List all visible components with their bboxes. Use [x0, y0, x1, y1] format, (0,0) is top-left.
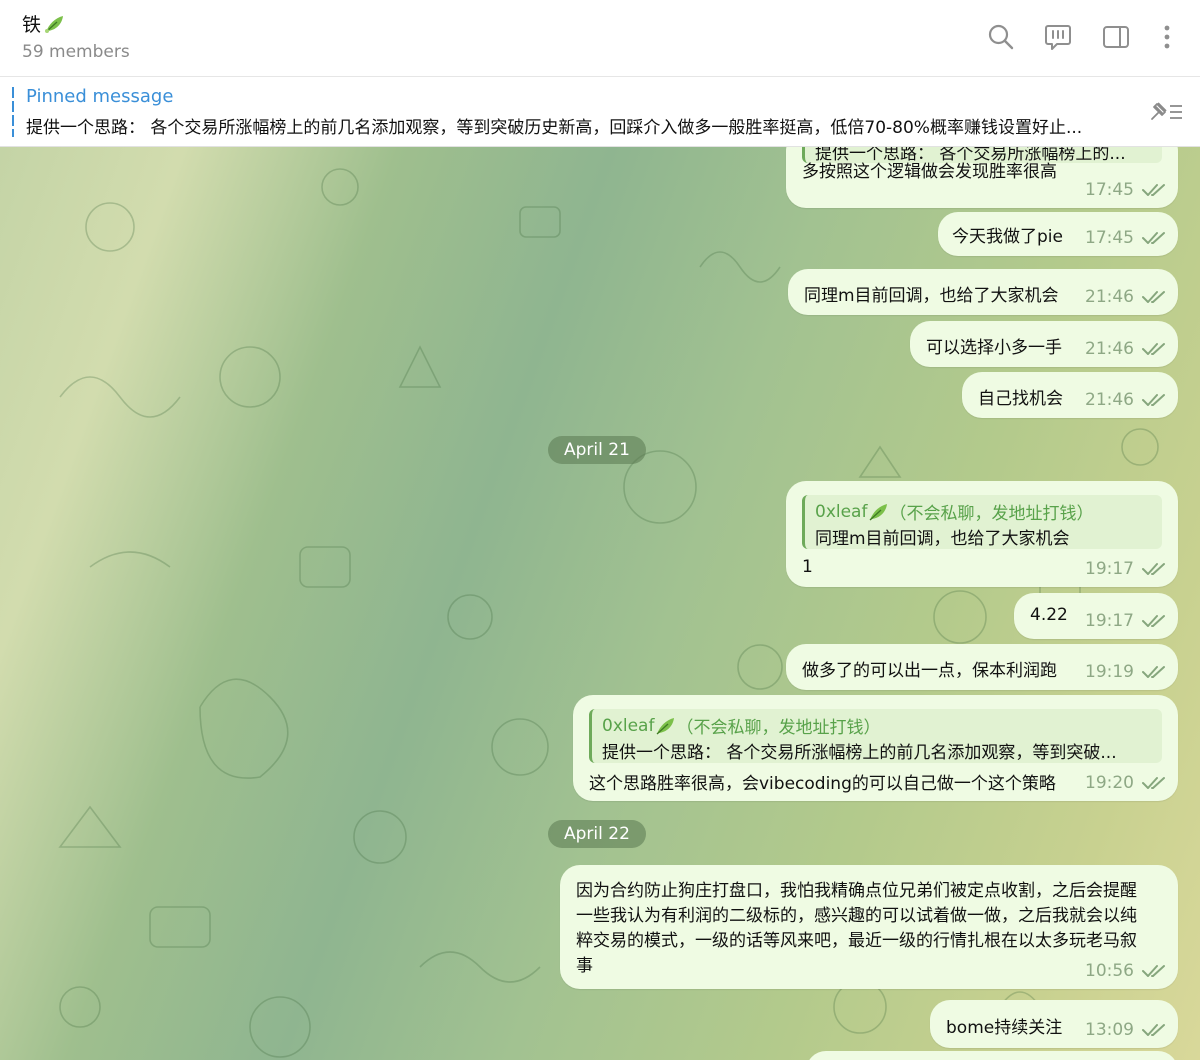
- message-time: 17:45: [1085, 228, 1134, 248]
- message-time: 21:46: [1085, 339, 1134, 359]
- message-meta: 21:46: [1085, 339, 1168, 359]
- message-bubble[interactable]: 自己找机会 21:46: [962, 372, 1178, 418]
- message-time: 19:17: [1085, 611, 1134, 631]
- message-meta: 19:17: [1085, 559, 1168, 579]
- double-check-icon: [1142, 562, 1168, 576]
- reply-author-name: 0xleaf: [602, 715, 655, 736]
- message-bubble[interactable]: 0xleaf （不会私聊，发地址打钱） 同理m目前回调，也给了大家机会 1 19…: [786, 481, 1178, 587]
- reply-author-suffix: （不会私聊，发地址打钱）: [676, 718, 881, 738]
- message-text: 今天我做了pie: [952, 227, 1063, 247]
- more-vertical-icon[interactable]: [1152, 22, 1182, 52]
- message-meta: 10:56: [1085, 961, 1168, 981]
- message-text: 做多了的可以出一点，保本利润跑: [802, 661, 1057, 681]
- message-text: 这个思路胜率很高，会vibecoding的可以自己做一个这个策略: [589, 774, 1056, 794]
- reply-quote[interactable]: 0xleaf （不会私聊，发地址打钱） 提供一个思路： 各个交易所涨幅榜上的前几…: [589, 709, 1162, 763]
- message-meta: 17:45: [1085, 180, 1168, 200]
- double-check-icon: [1142, 1023, 1168, 1037]
- reply-author-suffix: （不会私聊，发地址打钱）: [889, 504, 1094, 524]
- double-check-icon: [1142, 342, 1168, 356]
- pinned-label: Pinned message: [26, 86, 174, 107]
- double-check-icon: [1142, 964, 1168, 978]
- message-bubble[interactable]: 可以选择小多一手 21:46: [910, 321, 1178, 367]
- leaf-emoji-icon: [43, 14, 65, 34]
- reply-quote[interactable]: 0xleaf （不会私聊，发地址打钱） 同理m目前回调，也给了大家机会: [802, 495, 1162, 549]
- message-bubble[interactable]: 0xleaf （不会私聊，发地址打钱） 提供一个思路： 各个交易所涨幅榜上的前几…: [573, 695, 1178, 801]
- message-meta: 19:20: [1085, 773, 1168, 793]
- message-text: 同理m目前回调，也给了大家机会: [804, 286, 1059, 306]
- message-bubble[interactable]: 同理m目前回调，也给了大家机会 21:46: [788, 269, 1178, 315]
- topics-icon[interactable]: [1043, 22, 1073, 52]
- message-text: 多按照这个逻辑做会发现胜率很高: [802, 162, 1057, 182]
- reply-author: 0xleaf （不会私聊，发地址打钱）: [815, 499, 1152, 525]
- date-separator: April 21: [548, 436, 646, 464]
- double-check-icon: [1142, 665, 1168, 679]
- message-bubble[interactable]: [806, 1051, 1178, 1060]
- message-line: 因为合约防止狗庄打盘口，我怕我精确点位兄弟们被定点收割，之后会提醒: [576, 881, 1137, 901]
- double-check-icon: [1142, 290, 1168, 304]
- pinned-indicator: [12, 87, 14, 137]
- message-line: 粹交易的模式，一级的话等风来吧，最近一级的行情扎根在以太多玩老马叙: [576, 931, 1137, 951]
- chat-header: 铁 59 members: [0, 0, 1200, 77]
- message-time: 19:19: [1085, 662, 1134, 682]
- message-text: 自己找机会: [978, 389, 1063, 409]
- double-check-icon: [1142, 614, 1168, 628]
- message-meta: 21:46: [1085, 287, 1168, 307]
- message-time: 21:46: [1085, 390, 1134, 410]
- reply-author-name: 0xleaf: [815, 501, 868, 522]
- message-bubble[interactable]: 今天我做了pie 17:45: [938, 212, 1178, 256]
- sidebar-toggle-icon[interactable]: [1101, 22, 1131, 52]
- reply-text: 提供一个思路： 各个交易所涨幅榜上的前几名添加观察，等到突破...: [602, 743, 1117, 763]
- message-meta: 17:45: [1085, 228, 1168, 248]
- date-separator: April 22: [548, 820, 646, 848]
- chat-title[interactable]: 铁: [22, 10, 65, 37]
- message-time: 10:56: [1085, 961, 1134, 981]
- search-icon[interactable]: [986, 22, 1016, 52]
- message-time: 13:09: [1085, 1020, 1134, 1040]
- message-time: 17:45: [1085, 180, 1134, 200]
- message-time: 21:46: [1085, 287, 1134, 307]
- pinned-text: 提供一个思路： 各个交易所涨幅榜上的前几名添加观察，等到突破历史新高，回踩介入做…: [26, 118, 1083, 138]
- double-check-icon: [1142, 776, 1168, 790]
- reply-author: 0xleaf （不会私聊，发地址打钱）: [602, 713, 1152, 739]
- leaf-emoji-icon: [867, 502, 889, 522]
- double-check-icon: [1142, 231, 1168, 245]
- message-text: 因为合约防止狗庄打盘口，我怕我精确点位兄弟们被定点收割，之后会提醒 一些我认为有…: [576, 879, 1137, 979]
- leaf-emoji-icon: [654, 716, 676, 736]
- message-bubble[interactable]: 因为合约防止狗庄打盘口，我怕我精确点位兄弟们被定点收割，之后会提醒 一些我认为有…: [560, 865, 1178, 989]
- double-check-icon: [1142, 393, 1168, 407]
- double-check-icon: [1142, 183, 1168, 197]
- message-meta: 19:19: [1085, 662, 1168, 682]
- message-text: 1: [802, 557, 813, 577]
- message-text: 4.22: [1030, 605, 1068, 625]
- pin-list-icon[interactable]: [1146, 97, 1186, 127]
- message-bubble[interactable]: 做多了的可以出一点，保本利润跑 19:19: [786, 644, 1178, 690]
- message-text: 可以选择小多一手: [926, 338, 1062, 358]
- message-line: 事: [576, 956, 593, 976]
- message-meta: 19:17: [1085, 611, 1168, 631]
- reply-text: 同理m目前回调，也给了大家机会: [815, 529, 1070, 549]
- message-meta: 21:46: [1085, 390, 1168, 410]
- message-meta: 13:09: [1085, 1020, 1168, 1040]
- pinned-message-bar[interactable]: Pinned message 提供一个思路： 各个交易所涨幅榜上的前几名添加观察…: [0, 77, 1200, 147]
- message-bubble[interactable]: bome持续关注 13:09: [930, 1000, 1178, 1048]
- message-text: bome持续关注: [946, 1018, 1063, 1038]
- message-line: 一些我认为有利润的二级标的，感兴趣的可以试着做一做，之后我就会以纯: [576, 906, 1137, 926]
- chat-title-text: 铁: [22, 14, 42, 36]
- message-bubble[interactable]: 提供一个思路： 各个交易所涨幅榜上的... 多按照这个逻辑做会发现胜率很高 17…: [786, 147, 1178, 208]
- message-bubble[interactable]: 4.22 19:17: [1014, 593, 1178, 639]
- message-time: 19:20: [1085, 773, 1134, 793]
- member-count: 59 members: [22, 42, 130, 62]
- chat-messages-area[interactable]: 提供一个思路： 各个交易所涨幅榜上的... 多按照这个逻辑做会发现胜率很高 17…: [0, 147, 1200, 1060]
- message-time: 19:17: [1085, 559, 1134, 579]
